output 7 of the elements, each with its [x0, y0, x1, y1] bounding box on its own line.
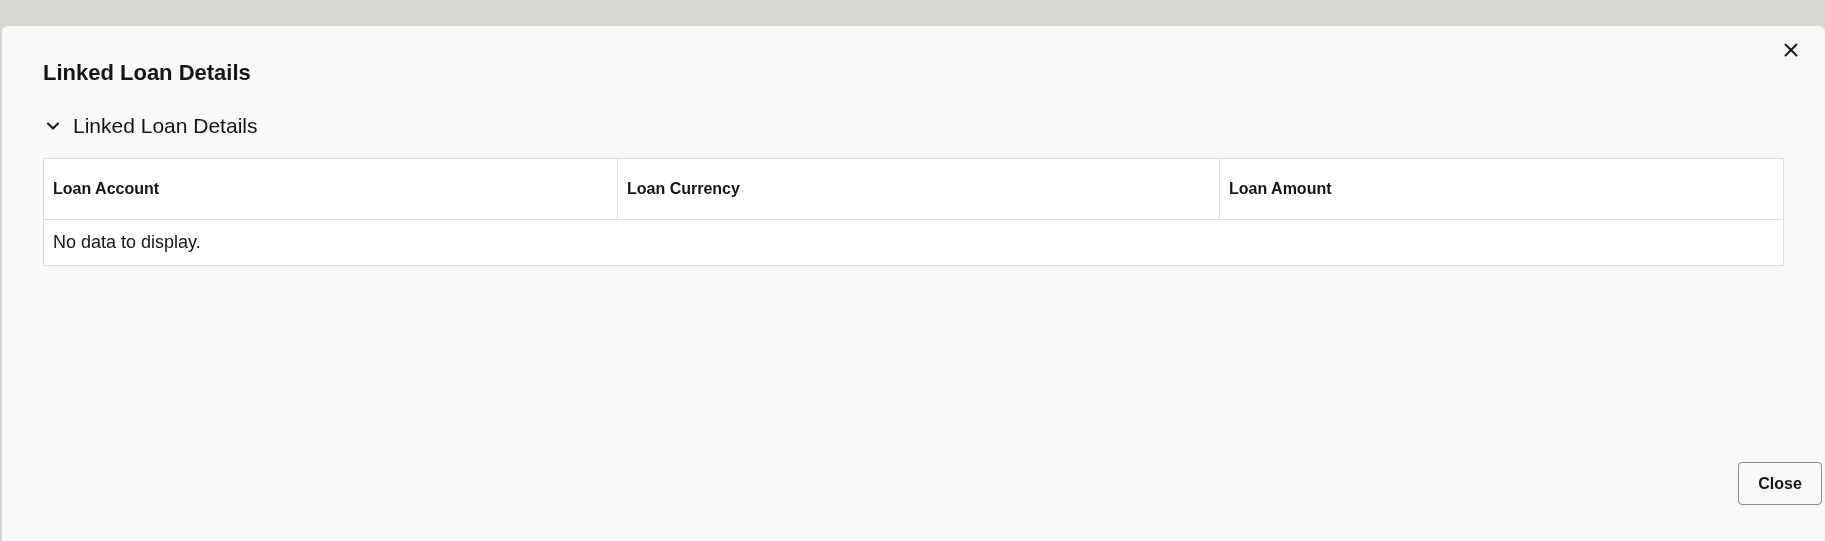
column-header: Loan Amount: [1219, 158, 1783, 219]
column-header: Loan Account: [52, 178, 161, 199]
close-button[interactable]: Close: [1738, 462, 1822, 505]
section-header[interactable]: Linked Loan Details: [43, 110, 258, 142]
column-header: Loan Currency: [617, 158, 1219, 219]
empty-message: No data to display.: [53, 230, 201, 254]
dialog-title: Linked Loan Details: [43, 59, 251, 87]
